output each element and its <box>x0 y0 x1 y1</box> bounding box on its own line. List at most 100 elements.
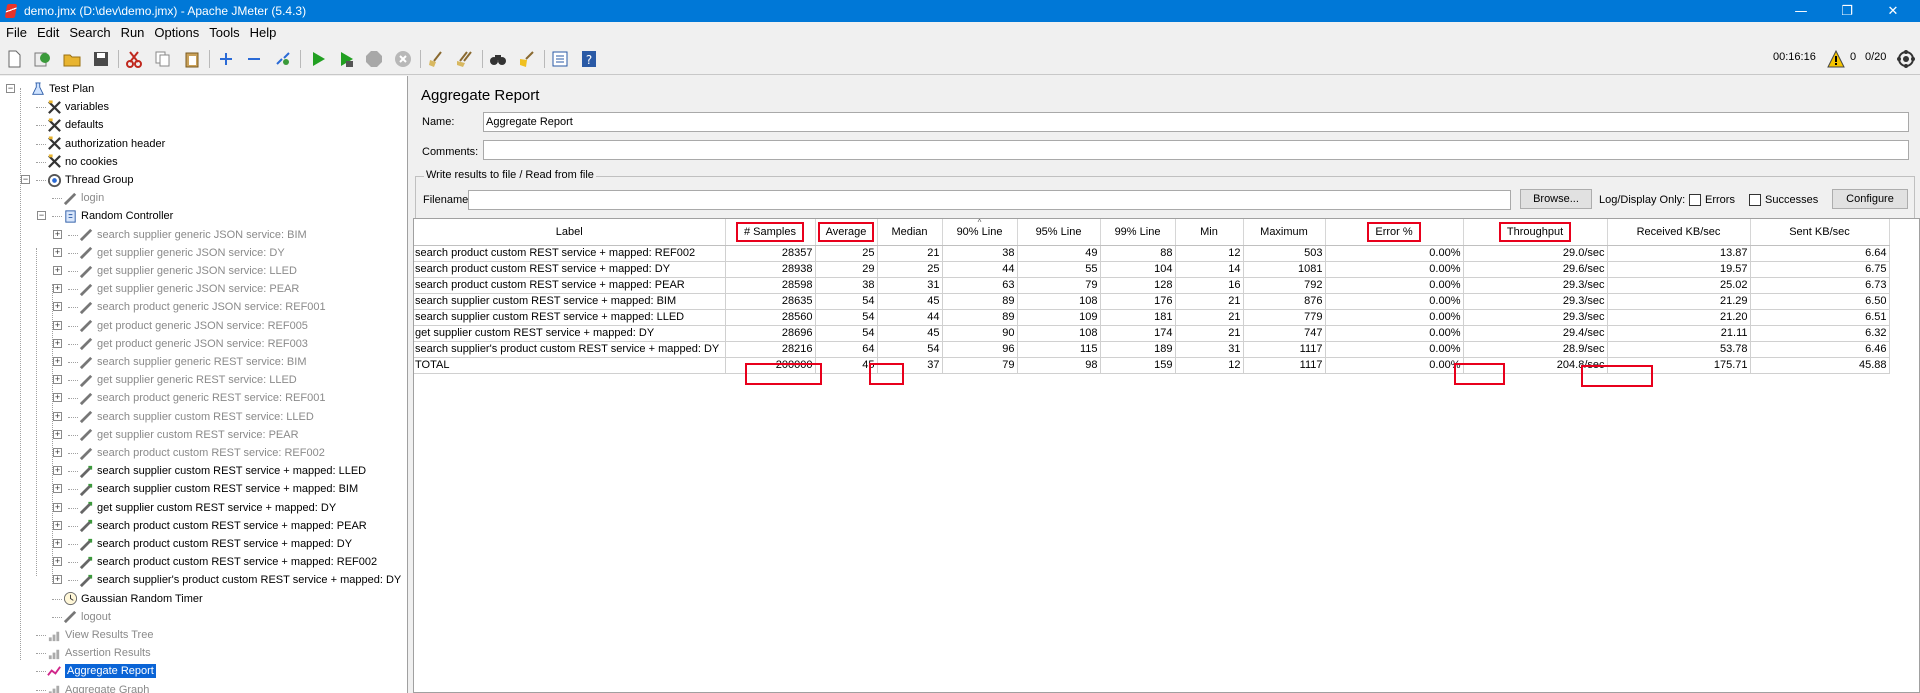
menu-options[interactable]: Options <box>154 25 199 40</box>
tree-item[interactable]: search supplier custom REST service + ma… <box>78 480 358 498</box>
collapse-toggle[interactable]: − <box>21 175 30 184</box>
menu-run[interactable]: Run <box>121 25 145 40</box>
tree-item[interactable]: get supplier custom REST service: PEAR <box>78 426 299 444</box>
menu-edit[interactable]: Edit <box>37 25 59 40</box>
tree-item[interactable]: Thread Group <box>46 171 133 189</box>
table-row[interactable]: search product custom REST service + map… <box>414 245 1890 262</box>
tree-item[interactable]: search supplier custom REST service + ma… <box>78 462 366 480</box>
column-header[interactable]: Throughput <box>1463 219 1608 246</box>
expand-toggle[interactable]: + <box>53 484 62 494</box>
menu-file[interactable]: File <box>6 25 27 40</box>
tree-item[interactable]: search product custom REST service: REF0… <box>78 444 325 462</box>
tree-item[interactable]: login <box>62 189 104 207</box>
tree-item[interactable]: get supplier generic REST service: LLED <box>78 371 297 389</box>
tree-item[interactable]: defaults <box>46 116 104 134</box>
maximize-button[interactable]: ❐ <box>1824 0 1870 22</box>
close-button[interactable]: ✕ <box>1870 0 1916 22</box>
tree-item[interactable]: search product custom REST service + map… <box>78 553 377 571</box>
column-header[interactable]: 99% Line <box>1100 219 1176 246</box>
expand-toggle[interactable]: + <box>53 357 62 366</box>
help-icon[interactable]: ? <box>579 49 599 69</box>
menu-tools[interactable]: Tools <box>209 25 239 40</box>
tree-item[interactable]: search product custom REST service + map… <box>78 517 367 535</box>
filename-field[interactable] <box>468 190 1511 210</box>
tree-item[interactable]: get product generic JSON service: REF003 <box>78 335 308 353</box>
open-icon[interactable] <box>62 49 82 69</box>
expand-toggle[interactable]: + <box>53 539 62 548</box>
start-no-pauses-icon[interactable] <box>336 49 356 69</box>
clear-all-icon[interactable] <box>455 49 475 69</box>
column-header[interactable]: Average <box>815 219 878 246</box>
expand-toggle[interactable]: + <box>53 266 62 275</box>
toggle-icon[interactable] <box>273 49 293 69</box>
column-header[interactable]: Received KB/sec <box>1607 219 1751 246</box>
tree-item[interactable]: Random Controller <box>62 207 173 225</box>
expand-toggle[interactable]: + <box>53 502 62 512</box>
table-row[interactable]: search supplier custom REST service + ma… <box>414 293 1890 310</box>
tree-item[interactable]: search supplier generic REST service: BI… <box>78 353 307 371</box>
expand-toggle[interactable]: + <box>53 375 62 385</box>
results-table[interactable]: Label # Samples Average Median 90% Line ^ 95% … <box>413 218 1920 693</box>
tree-item[interactable]: search supplier's product custom REST se… <box>78 571 401 589</box>
collapse-icon[interactable] <box>244 49 264 69</box>
search-icon[interactable] <box>488 49 508 69</box>
tree-item[interactable]: authorization header <box>46 135 165 153</box>
stop-icon[interactable] <box>364 49 384 69</box>
tree-item[interactable]: search supplier custom REST service: LLE… <box>78 408 314 426</box>
expand-toggle[interactable]: + <box>53 429 62 439</box>
tree-item[interactable]: get supplier custom REST service + mappe… <box>78 499 336 517</box>
tree-item[interactable]: get supplier generic JSON service: DY <box>78 244 285 262</box>
table-row[interactable]: get supplier custom REST service + mappe… <box>414 325 1890 342</box>
expand-toggle[interactable]: + <box>53 520 62 530</box>
tree-item[interactable]: get product generic JSON service: REF005 <box>78 317 308 335</box>
table-row[interactable]: search product custom REST service + map… <box>414 261 1890 278</box>
tree-item[interactable]: logout <box>62 608 111 626</box>
column-header[interactable]: 95% Line <box>1017 219 1101 246</box>
table-row[interactable]: search product custom REST service + map… <box>414 277 1890 294</box>
expand-toggle[interactable]: + <box>53 320 62 330</box>
tree-item[interactable]: variables <box>46 98 109 116</box>
expand-toggle[interactable]: + <box>53 247 62 257</box>
tree-item[interactable]: Gaussian Random Timer <box>62 590 203 608</box>
paste-icon[interactable] <box>182 49 202 69</box>
configure-button[interactable]: Configure <box>1832 189 1908 209</box>
function-helper-icon[interactable] <box>550 49 570 69</box>
shutdown-icon[interactable] <box>393 49 413 69</box>
column-header[interactable]: Error % <box>1325 219 1464 246</box>
remote-engines-icon[interactable] <box>1896 49 1916 69</box>
column-header[interactable]: Sent KB/sec <box>1750 219 1890 246</box>
tree-item[interactable]: Assertion Results <box>46 644 151 662</box>
expand-toggle[interactable]: + <box>53 575 62 585</box>
expand-toggle[interactable]: + <box>53 393 62 403</box>
expand-toggle[interactable]: + <box>53 229 62 239</box>
copy-icon[interactable] <box>153 49 173 69</box>
table-row[interactable]: TOTAL 200000 45 37 79 98 159 12 1117 0.00% 204.8/s… <box>414 357 1890 374</box>
menu-search[interactable]: Search <box>69 25 110 40</box>
warning-icon[interactable] <box>1826 49 1846 69</box>
tree-item[interactable]: Aggregate Report <box>46 662 156 680</box>
collapse-toggle[interactable]: − <box>6 84 15 93</box>
tree-item[interactable]: View Results Tree <box>46 626 153 644</box>
expand-toggle[interactable]: + <box>53 466 62 476</box>
successes-checkbox[interactable] <box>1749 194 1761 206</box>
table-row[interactable]: search supplier custom REST service + ma… <box>414 309 1890 326</box>
tree-item[interactable]: search supplier generic JSON service: BI… <box>78 226 307 244</box>
tree-item[interactable]: search product custom REST service + map… <box>78 535 352 553</box>
comments-field[interactable] <box>483 140 1909 160</box>
save-icon[interactable] <box>91 49 111 69</box>
column-header[interactable]: Min <box>1175 219 1244 246</box>
expand-toggle[interactable]: + <box>53 284 62 294</box>
name-field[interactable]: Aggregate Report <box>483 112 1909 132</box>
column-header[interactable]: Label <box>414 219 726 246</box>
expand-toggle[interactable]: + <box>53 448 62 457</box>
collapse-toggle[interactable]: − <box>37 211 46 221</box>
new-icon[interactable] <box>4 49 24 69</box>
templates-icon[interactable] <box>32 49 52 69</box>
tree-item[interactable]: Test Plan <box>30 80 94 98</box>
cut-icon[interactable] <box>124 49 144 69</box>
column-header[interactable]: 90% Line ^ <box>942 219 1018 246</box>
table-row[interactable]: search supplier's product custom REST se… <box>414 341 1890 358</box>
column-header[interactable]: Maximum <box>1243 219 1326 246</box>
tree-item[interactable]: no cookies <box>46 153 118 171</box>
minimize-button[interactable]: — <box>1778 0 1824 22</box>
